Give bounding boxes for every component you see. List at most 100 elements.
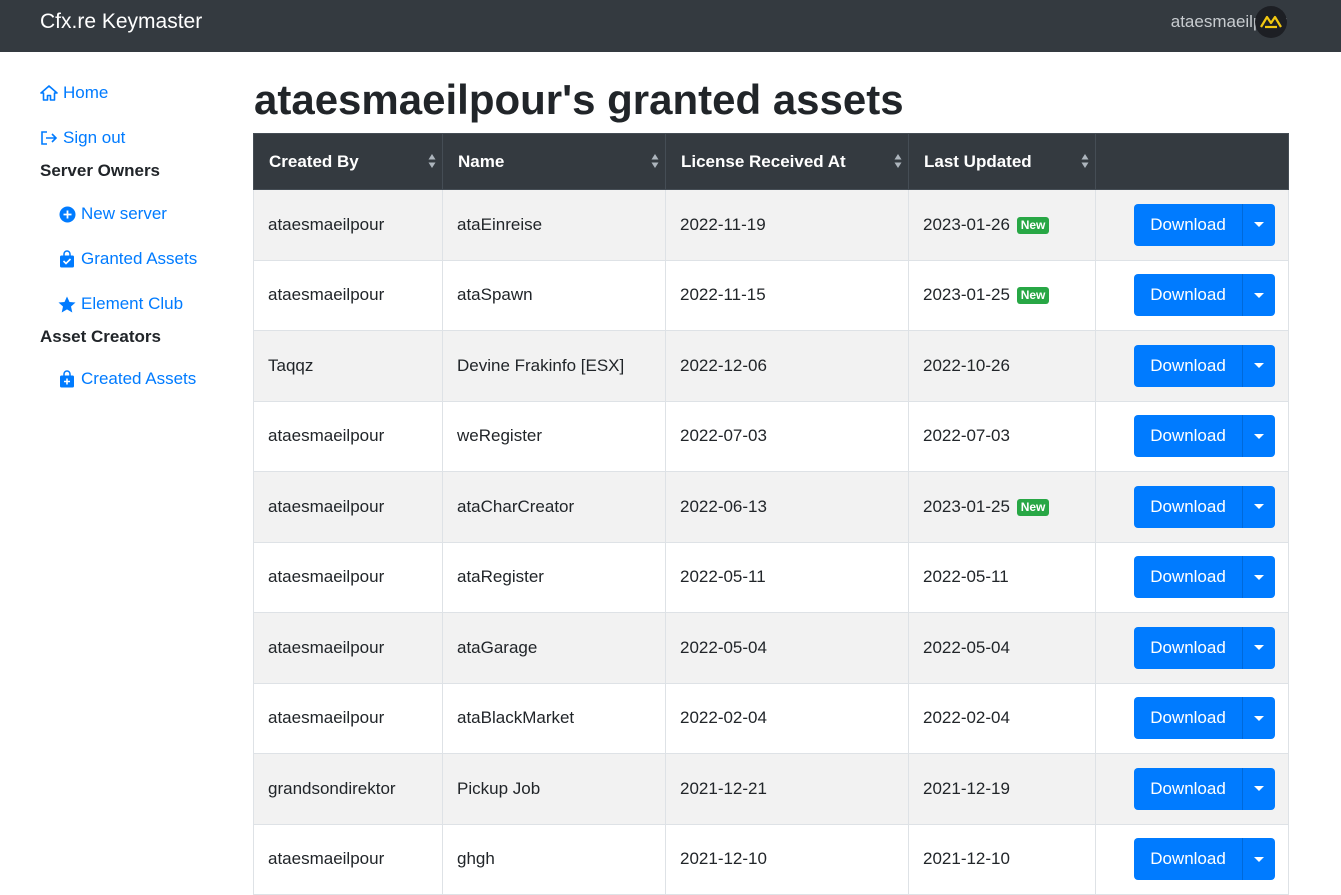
column-header-license-received-at[interactable]: License Received At (665, 133, 909, 190)
sidebar-item-home[interactable]: Home (40, 82, 108, 104)
cell-last-updated: 2021-12-19 (908, 753, 1096, 825)
brand-link[interactable]: Cfx.re Keymaster (40, 9, 202, 35)
sidebar-item-label: Sign out (63, 128, 126, 147)
download-button[interactable]: Download (1134, 556, 1242, 599)
cell-last-updated: 2023-01-25 New (908, 259, 1096, 331)
download-dropdown-toggle[interactable] (1242, 485, 1275, 528)
download-dropdown-toggle[interactable] (1242, 203, 1275, 246)
sign-out-icon (40, 129, 58, 147)
star-icon (58, 295, 76, 313)
sidebar-item-sign-out[interactable]: Sign out (40, 127, 125, 149)
table-row: ataesmaeilpour ataSpawn 2022-11-15 2023-01-… (253, 259, 1289, 331)
table-row: ataesmaeilpour ataCharCreator 2022-06-13 20… (253, 471, 1289, 543)
cell-created-by: ataesmaeilpour (253, 400, 443, 472)
last-updated-text: 2022-07-03 (923, 426, 1010, 446)
download-button[interactable]: Download (1134, 626, 1242, 669)
table-row: ataesmaeilpour ghgh 2021-12-10 2021-12-10 Do… (253, 823, 1289, 895)
download-button-group: Download (1110, 344, 1288, 387)
caret-down-icon (1254, 504, 1264, 510)
cell-actions: Download (1095, 612, 1289, 684)
cell-actions: Download (1095, 259, 1289, 331)
cell-license-received: 2021-12-10 (665, 823, 909, 895)
column-header-created-by[interactable]: Created By (253, 133, 443, 190)
cell-last-updated: 2022-10-26 (908, 330, 1096, 402)
download-dropdown-toggle[interactable] (1242, 626, 1275, 669)
last-updated-text: 2022-05-11 (923, 567, 1009, 587)
created-by-text: ataesmaeilpour (268, 496, 385, 516)
cell-name: ghgh (442, 823, 666, 895)
cell-license-received: 2022-07-03 (665, 400, 909, 472)
cell-last-updated: 2022-02-04 (908, 682, 1096, 754)
download-dropdown-toggle[interactable] (1242, 274, 1275, 317)
cell-license-received: 2022-05-04 (665, 612, 909, 684)
cell-created-by: ataesmaeilpour (253, 823, 443, 895)
created-by-text: ataesmaeilpour (268, 567, 385, 587)
last-updated-text: 2023-01-25 (923, 285, 1010, 305)
cell-actions: Download (1095, 682, 1289, 754)
cell-name: ataEinreise (442, 189, 666, 261)
created-by-text: ataesmaeilpour (268, 285, 385, 305)
cell-created-by: ataesmaeilpour (253, 541, 443, 613)
download-button[interactable]: Download (1134, 415, 1242, 458)
page-title: ataesmaeilpour's granted assets (254, 76, 904, 123)
download-button[interactable]: Download (1134, 344, 1242, 387)
column-header-label: Name (458, 151, 505, 171)
sidebar-item-element-club[interactable]: Element Club (58, 293, 183, 315)
table-row: Taqqz Devine Frakinfo [ESX] 2022-12-06 2022… (253, 330, 1289, 402)
sort-icon (894, 154, 902, 168)
download-button[interactable]: Download (1134, 203, 1242, 246)
asset-name-text: ataEinreise (457, 214, 543, 234)
cell-last-updated: 2022-05-04 (908, 612, 1096, 684)
download-dropdown-toggle[interactable] (1242, 415, 1275, 458)
sidebar-item-created-assets[interactable]: Created Assets (58, 368, 196, 390)
created-by-text: ataesmaeilpour (268, 426, 385, 446)
download-button[interactable]: Download (1134, 485, 1242, 528)
asset-name-text: Devine Frakinfo [ESX] (457, 355, 625, 375)
sidebar-item-new-server[interactable]: New server (58, 203, 167, 225)
cell-last-updated: 2023-01-25 New (908, 471, 1096, 543)
sidebar-item-label: Granted Assets (81, 249, 198, 268)
table-row: ataesmaeilpour weRegister 2022-07-03 2022-0… (253, 400, 1289, 472)
caret-down-icon (1254, 574, 1264, 580)
caret-down-icon (1254, 856, 1264, 862)
home-icon (40, 84, 58, 102)
cell-name: ataCharCreator (442, 471, 666, 543)
download-dropdown-toggle[interactable] (1242, 556, 1275, 599)
download-dropdown-toggle[interactable] (1242, 697, 1275, 740)
assets-table: Created By Name License Received At Last… (253, 133, 1289, 895)
column-header-last-updated[interactable]: Last Updated (908, 133, 1096, 190)
download-button[interactable]: Download (1134, 274, 1242, 317)
download-dropdown-toggle[interactable] (1242, 838, 1275, 881)
cell-name: weRegister (442, 400, 666, 472)
cell-name: ataGarage (442, 612, 666, 684)
license-received-text: 2022-05-04 (680, 637, 767, 657)
caret-down-icon (1254, 786, 1264, 792)
cell-last-updated: 2022-05-11 (908, 541, 1096, 613)
avatar[interactable] (1255, 6, 1287, 38)
license-received-text: 2022-11-15 (680, 285, 766, 305)
caret-down-icon (1254, 222, 1264, 228)
download-dropdown-toggle[interactable] (1242, 767, 1275, 810)
cell-actions: Download (1095, 189, 1289, 261)
cell-actions: Download (1095, 330, 1289, 402)
license-received-text: 2021-12-10 (680, 849, 767, 869)
cell-license-received: 2022-05-11 (665, 541, 909, 613)
download-button[interactable]: Download (1134, 838, 1242, 881)
caret-down-icon (1254, 433, 1264, 439)
download-button[interactable]: Download (1134, 697, 1242, 740)
download-button[interactable]: Download (1134, 767, 1242, 810)
sort-icon (1081, 154, 1089, 168)
sidebar-item-granted-assets[interactable]: Granted Assets (58, 248, 197, 270)
license-received-text: 2022-05-11 (680, 567, 766, 587)
download-button-group: Download (1110, 274, 1288, 317)
asset-name-text: ataBlackMarket (457, 708, 575, 728)
download-button-group: Download (1110, 697, 1288, 740)
created-by-text: ataesmaeilpour (268, 637, 385, 657)
shopping-bag-check-icon (58, 250, 76, 268)
cell-actions: Download (1095, 541, 1289, 613)
cell-name: Pickup Job (442, 753, 666, 825)
column-header-name[interactable]: Name (442, 133, 666, 190)
asset-name-text: Pickup Job (457, 778, 541, 798)
sidebar-item-label: Home (63, 83, 109, 102)
download-dropdown-toggle[interactable] (1242, 344, 1275, 387)
